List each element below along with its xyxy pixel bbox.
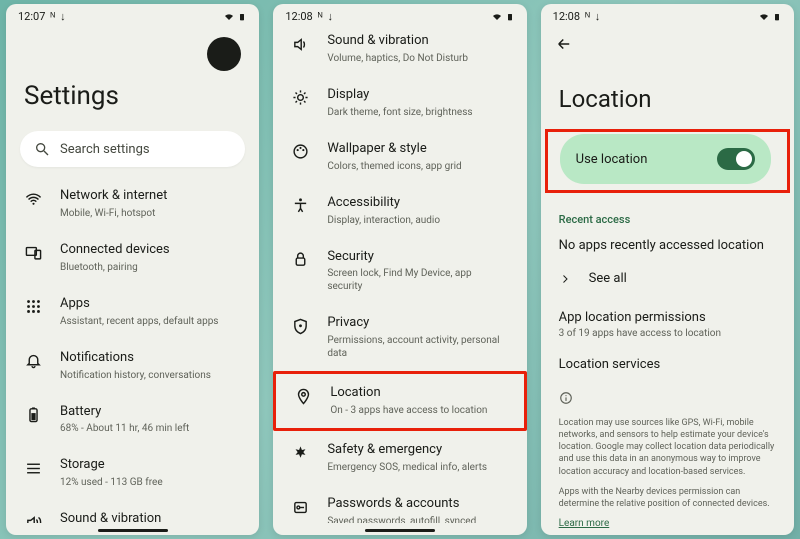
recent-access-label: Recent access	[541, 193, 794, 234]
download-icon: ↓	[595, 10, 601, 23]
settings-scrolled-screen: 12:08 ᴺ ↓ Sound & vibrationVolume, hapti…	[273, 4, 526, 535]
disclaimer-text-2: Apps with the Nearby devices permission …	[541, 478, 794, 510]
brightness-icon	[292, 89, 309, 106]
palette-icon	[292, 143, 309, 160]
battery-icon	[25, 406, 42, 423]
nfc-icon: ᴺ	[585, 10, 590, 23]
battery-icon	[505, 13, 515, 21]
download-icon: ↓	[60, 10, 66, 23]
search-icon	[34, 141, 50, 157]
chevron-right-icon	[559, 273, 571, 285]
clock: 12:08	[285, 10, 312, 23]
item-security[interactable]: SecurityScreen lock, Find My Device, app…	[273, 238, 526, 305]
accessibility-icon	[292, 197, 309, 214]
back-icon[interactable]	[555, 35, 573, 53]
wifi-icon	[25, 191, 42, 208]
nfc-icon: ᴺ	[318, 10, 323, 23]
wifi-icon	[492, 13, 502, 21]
app-permissions-item[interactable]: App location permissions 3 of 19 apps ha…	[541, 298, 794, 343]
no-apps-text: No apps recently accessed location	[541, 234, 794, 259]
sound-icon	[25, 514, 42, 523]
statusbar: 12:08 ᴺ ↓	[273, 4, 526, 27]
location-screen: 12:08 ᴺ ↓ Location Use location Recent a…	[541, 4, 794, 535]
see-all-button[interactable]: See all	[541, 259, 794, 298]
toggle-label: Use location	[576, 152, 648, 167]
download-icon: ↓	[327, 10, 333, 23]
search-placeholder: Search settings	[60, 142, 150, 157]
search-input[interactable]: Search settings	[20, 131, 245, 167]
switch-on[interactable]	[717, 148, 755, 170]
nfc-icon: ᴺ	[50, 10, 55, 23]
location-services-item[interactable]: Location services	[541, 343, 794, 376]
page-title: Location	[541, 57, 794, 129]
item-notifications[interactable]: NotificationsNotification history, conve…	[6, 339, 259, 393]
bell-icon	[25, 352, 42, 369]
wifi-icon	[759, 13, 769, 21]
item-apps[interactable]: AppsAssistant, recent apps, default apps	[6, 285, 259, 339]
settings-list: Network & internetMobile, Wi-Fi, hotspot…	[6, 177, 259, 523]
key-icon	[292, 499, 309, 516]
page-title: Settings	[24, 81, 241, 111]
storage-icon	[25, 460, 42, 477]
battery-icon	[772, 13, 782, 21]
learn-more-link[interactable]: Learn more	[541, 510, 794, 529]
item-accessibility[interactable]: AccessibilityDisplay, interaction, audio	[273, 184, 526, 238]
location-icon	[295, 388, 312, 405]
item-wallpaper[interactable]: Wallpaper & styleColors, themed icons, a…	[273, 130, 526, 184]
devices-icon	[25, 244, 42, 261]
apps-icon	[25, 298, 42, 315]
statusbar: 12:08 ᴺ ↓	[541, 4, 794, 27]
settings-list: Sound & vibrationVolume, haptics, Do Not…	[273, 27, 526, 523]
battery-icon	[237, 13, 247, 21]
item-safety[interactable]: Safety & emergencyEmergency SOS, medical…	[273, 431, 526, 485]
nav-handle[interactable]	[365, 529, 435, 532]
item-location[interactable]: LocationOn - 3 apps have access to locat…	[273, 371, 526, 431]
item-passwords[interactable]: Passwords & accountsSaved passwords, aut…	[273, 485, 526, 523]
settings-main-screen: 12:07 ᴺ ↓ Settings Search settings Netwo…	[6, 4, 259, 535]
statusbar: 12:07 ᴺ ↓	[6, 4, 259, 27]
item-privacy[interactable]: PrivacyPermissions, account activity, pe…	[273, 304, 526, 371]
emergency-icon	[292, 445, 309, 462]
header: Settings	[6, 27, 259, 115]
item-display[interactable]: DisplayDark theme, font size, brightness	[273, 76, 526, 130]
clock: 12:08	[553, 10, 580, 23]
avatar[interactable]	[207, 37, 241, 71]
nav-handle[interactable]	[98, 529, 168, 532]
wifi-icon	[224, 13, 234, 21]
clock: 12:07	[18, 10, 45, 23]
highlight-box: Use location	[545, 129, 790, 193]
item-network[interactable]: Network & internetMobile, Wi-Fi, hotspot	[6, 177, 259, 231]
item-storage[interactable]: Storage12% used - 113 GB free	[6, 446, 259, 500]
item-battery[interactable]: Battery68% - About 11 hr, 46 min left	[6, 393, 259, 447]
sound-icon	[292, 36, 309, 53]
privacy-icon	[292, 318, 309, 335]
item-sound[interactable]: Sound & vibrationVolume, haptics, Do Not…	[273, 27, 526, 76]
use-location-toggle[interactable]: Use location	[560, 134, 771, 184]
item-connected[interactable]: Connected devicesBluetooth, pairing	[6, 231, 259, 285]
item-sound[interactable]: Sound & vibrationVolume, haptics, Do Not…	[6, 500, 259, 523]
disclaimer-text: Location may use sources like GPS, Wi-Fi…	[541, 413, 794, 478]
info-icon	[559, 391, 573, 405]
lock-icon	[292, 251, 309, 268]
